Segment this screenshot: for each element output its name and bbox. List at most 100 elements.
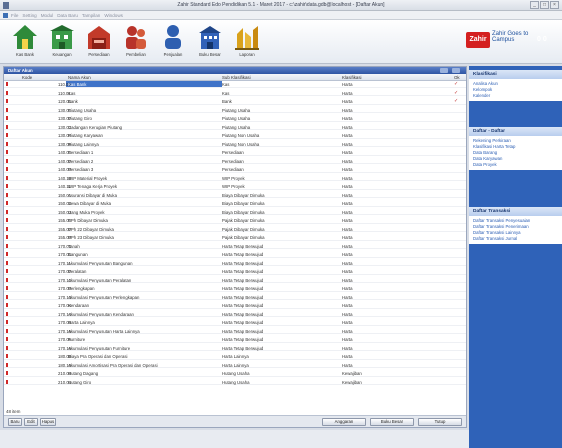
account-class: Harta (342, 175, 353, 181)
account-name: Harta Lainnya (68, 320, 95, 325)
sidebar-link[interactable]: Daftar Transaksi Jurnal (473, 236, 558, 242)
account-subclass: Harta Tetap Berwujud (222, 260, 264, 266)
table-row[interactable]: 110.00 Kas Bank Kas Harta ✓ (4, 81, 466, 88)
account-subclass: Hutang Usaha (222, 371, 250, 376)
sidebar-heading[interactable]: Klasifikasi (469, 70, 562, 79)
app-menu-icon[interactable] (3, 13, 8, 18)
table-row[interactable]: 170.01 Bangunan Harta Tetap Berwujud Harta (4, 251, 466, 258)
account-class: Harta (342, 226, 353, 232)
table-row[interactable]: 130.01 Piutang Usaha Piutang Usaha Harta (4, 107, 466, 113)
menu-setting[interactable]: Setting (22, 12, 36, 19)
close-panel-button[interactable]: Tutup (418, 418, 462, 426)
column-header-type[interactable]: Klasifikasi (342, 75, 362, 80)
menu-tampilan[interactable]: Tampilan (82, 12, 100, 19)
column-header-code[interactable]: Kode (22, 75, 32, 80)
table-row[interactable]: 170.06 Furniture Harta Tetap Berwujud Harta (4, 336, 466, 343)
column-header-name[interactable]: Nama Akun (68, 75, 91, 80)
people-red-icon (126, 26, 146, 49)
panel-action-options[interactable] (452, 68, 460, 73)
account-class: Harta (342, 184, 353, 189)
table-row[interactable]: 210.01 Hutang Giro Hutang Usaha Kewajiban (4, 379, 466, 385)
account-subclass: Piutang Usaha (222, 107, 251, 113)
account-class: Harta (342, 124, 353, 130)
account-name: Kas (68, 90, 76, 96)
table-row[interactable]: 130.05 Piutang Lainnya Piutang Non Usaha Ha… (4, 141, 466, 147)
toolbar-item-buku-besar[interactable]: Buku Besar (195, 24, 225, 60)
table-row[interactable]: 140.01 Persediaan 1 Persediaan Harta (4, 149, 466, 156)
table-row[interactable]: 130.02 Piutang Giro Piutang Usaha Harta (4, 115, 466, 122)
row-marker-icon (6, 167, 8, 172)
maximize-button[interactable]: □ (540, 1, 549, 9)
account-class: Harta (342, 311, 353, 317)
account-class: Harta (342, 277, 353, 283)
table-row[interactable]: 155.02 PPh 22 Dibayar Dimuka Pajak Dibayar… (4, 226, 466, 232)
toolbar-item-persediaan[interactable]: Persediaan (84, 24, 114, 60)
toolbar-item-laporan[interactable]: Laporan (232, 24, 262, 60)
account-subclass: Harta Lainnya (222, 362, 249, 368)
toolbar-item-pembelian[interactable]: Pembelian (121, 24, 151, 60)
table-row[interactable]: 170.12 Akumulasi Penyusutan Peralatan Hart… (4, 277, 466, 283)
table-row[interactable]: 170.11 Akumulasi Penyusutan Bangunan Harta… (4, 260, 466, 266)
account-name: WIP Tenaga Kerja Proyek (68, 184, 118, 189)
account-class: Harta (342, 99, 353, 104)
table-row[interactable]: 170.13 Akumulasi Penyusutan Perlengkapan H… (4, 294, 466, 300)
column-header-check[interactable]: Ok (454, 75, 460, 80)
account-name: Persediaan 2 (68, 158, 94, 164)
table-row[interactable]: 155.03 PPh 23 Dibayar Dimuka Pajak Dibayar… (4, 234, 466, 241)
ledger-button[interactable]: Buku Besar (370, 418, 414, 426)
table-row[interactable]: 180.10 Akumulasi Amortisasi Pra Operasi d… (4, 362, 466, 368)
table-row[interactable]: 140.03 Persediaan 3 Persediaan Harta (4, 166, 466, 173)
column-header-category[interactable]: Sub Klasifikasi (222, 75, 251, 80)
panel-action-filter[interactable] (440, 68, 448, 73)
table-row[interactable]: 155.01 PPh Dibayar Dimuka Pajak Dibayar Di… (4, 217, 466, 224)
table-row[interactable]: 130.04 Piutang Karyawan Piutang Non Usaha H… (4, 132, 466, 139)
panel-header: Daftar Akun (4, 67, 466, 74)
table-row[interactable]: 170.04 Kendaraan Harta Tetap Berwujud Harta (4, 302, 466, 309)
account-name: Biaya Pra Operasi dan Operasi (68, 354, 128, 359)
sidebar-link[interactable]: Data Proyek (473, 162, 558, 168)
table-row[interactable]: 170.16 Akumulasi Penyusutan Furniture Hart… (4, 345, 466, 351)
table-row[interactable]: 110.01 Kas Kas Harta ✓ (4, 90, 466, 96)
menu-file[interactable]: File (11, 12, 18, 19)
table-row[interactable]: 170.00 Tanah Harta Tetap Berwujud Harta (4, 243, 466, 249)
new-button[interactable]: Baru (8, 418, 22, 426)
table-row[interactable]: 170.02 Peralatan Harta Tetap Berwujud Harta (4, 268, 466, 275)
account-class: Kewajiban (342, 379, 362, 385)
table-row[interactable]: 170.14 Akumulasi Penyusutan Kendaraan Hart… (4, 311, 466, 317)
menu-modul[interactable]: Modul (41, 12, 54, 19)
delete-button[interactable]: Hapus (40, 418, 56, 426)
zahir-logo: Zahir (466, 32, 490, 48)
account-list-panel: Daftar Akun Kode Nama Akun Sub Klasifika… (3, 66, 467, 428)
menu-windows[interactable]: Windows (104, 12, 123, 19)
table-row[interactable]: 170.15 Akumulasi Penyusutan Harta Lainnya… (4, 328, 466, 334)
table-row[interactable]: 140.02 Persediaan 2 Persediaan Harta (4, 158, 466, 164)
budget-button[interactable]: Anggaran (322, 418, 366, 426)
table-row[interactable]: 170.05 Harta Lainnya Harta Tetap Berwujud H… (4, 319, 466, 326)
table-row[interactable]: 150.01 Asuransi Dibayar di Muka Biaya Diba… (4, 192, 466, 198)
table-row[interactable]: 170.03 Perlengkapan Harta Tetap Berwujud Ha… (4, 285, 466, 292)
sidebar-heading[interactable]: Daftar Transaksi (469, 207, 562, 216)
brand-extra: 0 0 (537, 36, 547, 43)
table-row[interactable]: 140.10 WIP Material Proyek WIP Proyek Harta (4, 175, 466, 181)
minimize-button[interactable]: _ (530, 1, 539, 9)
table-row[interactable]: 150.02 Sewa Dibayar di Muka Biaya Dibayar … (4, 200, 466, 207)
sidebar-link[interactable]: Kalender (473, 93, 558, 99)
toolbar-item-penjualan[interactable]: Penjualan (158, 24, 188, 60)
close-button[interactable]: × (550, 1, 559, 9)
account-class: Harta (342, 158, 353, 164)
account-class: Harta (342, 235, 353, 240)
account-name: PPh 23 Dibayar Dimuka (68, 235, 114, 240)
table-row[interactable]: 210.00 Hutang Dagang Hutang Usaha Kewajiban (4, 370, 466, 377)
account-class: Harta (342, 303, 353, 308)
edit-button[interactable]: Edit (24, 418, 38, 426)
table-row[interactable]: 130.03 Cadangan Kerugian Piutang Piutang U… (4, 124, 466, 130)
account-name: Akumulasi Amortisasi Pra Operasi dan Ope… (68, 362, 158, 368)
toolbar-item-keuangan[interactable]: Keuangan (47, 24, 77, 60)
toolbar-item-kas-bank[interactable]: Kas Bank (10, 24, 40, 60)
menu-data-baru[interactable]: Data Baru (57, 12, 78, 19)
sidebar-heading[interactable]: Daftar - Daftar (469, 127, 562, 136)
table-row[interactable]: 150.03 Uang Muka Proyek Biaya Dibayar Dimu… (4, 209, 466, 215)
table-row[interactable]: 140.11 WIP Tenaga Kerja Proyek WIP Proyek H… (4, 183, 466, 190)
table-row[interactable]: 180.00 Biaya Pra Operasi dan Operasi Harta… (4, 353, 466, 360)
table-row[interactable]: 120.01 Bank Bank Harta ✓ (4, 98, 466, 105)
